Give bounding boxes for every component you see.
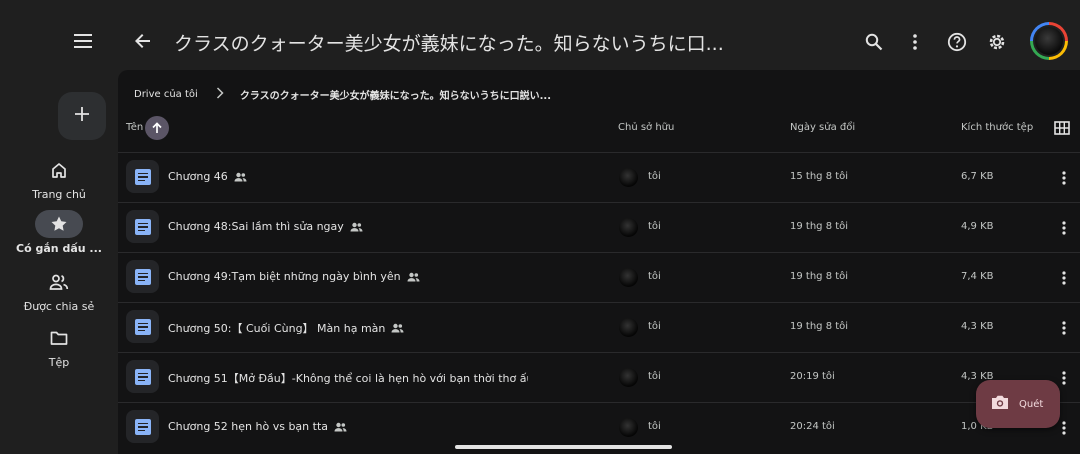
owner-avatar xyxy=(619,418,638,437)
file-size: 4,3 KB xyxy=(961,321,994,332)
file-name: Chương 50:【 Cuối Cùng】 Màn hạ màn xyxy=(168,322,386,335)
column-size[interactable]: Kích thước tệp xyxy=(961,122,1033,133)
back-arrow-icon[interactable] xyxy=(130,28,156,54)
shared-icon xyxy=(334,422,347,432)
file-name: Chương 51【Mở Đầu】-Không thể coi là hẹn h… xyxy=(168,372,528,385)
file-owner: tôi xyxy=(648,421,661,432)
owner-avatar xyxy=(619,268,638,287)
file-modified: 19 thg 8 tôi xyxy=(790,271,849,282)
file-size: 6,7 KB xyxy=(961,171,994,182)
account-avatar[interactable] xyxy=(1030,22,1068,60)
top-app-bar: クラスのクォーター美少女が義妹になった。知らないうちに口... xyxy=(0,0,1080,70)
owner-avatar xyxy=(619,368,638,387)
more-vert-icon[interactable] xyxy=(903,30,927,54)
file-modified: 20:19 tôi xyxy=(790,371,835,382)
nav-item-files[interactable]: Tệp xyxy=(0,324,118,369)
scan-button[interactable]: Quét xyxy=(976,380,1060,428)
file-modified: 20:24 tôi xyxy=(790,421,835,432)
table-row[interactable]: Chương 51【Mở Đầu】-Không thể coi là hẹn h… xyxy=(118,352,1080,401)
file-name: Chương 48:Sai lầm thì sửa ngay xyxy=(168,220,344,233)
nav-label-shared: Được chia sẻ xyxy=(23,300,95,313)
settings-icon[interactable] xyxy=(985,30,1009,54)
file-owner: tôi xyxy=(648,221,661,232)
sort-ascending-button[interactable] xyxy=(145,116,169,140)
owner-avatar xyxy=(619,318,638,337)
file-name: Chương 52 hẹn hò vs bạn tta xyxy=(168,420,328,433)
table-row[interactable]: Chương 49:Tạm biệt những ngày bình yên t… xyxy=(118,252,1080,301)
file-owner: tôi xyxy=(648,271,661,282)
nav-label-files: Tệp xyxy=(48,356,70,369)
shared-icon xyxy=(350,222,363,232)
owner-avatar xyxy=(619,218,638,237)
shared-icon xyxy=(234,172,247,182)
nav-item-starred[interactable]: Có gắn dấu ... xyxy=(0,210,118,255)
column-header: Tên Chủ sở hữu Ngày sửa đổi Kích thước t… xyxy=(118,70,1080,152)
doc-icon xyxy=(126,260,159,293)
doc-icon xyxy=(126,360,159,393)
doc-icon xyxy=(126,210,159,243)
nav-label-home: Trang chủ xyxy=(32,188,86,201)
file-list-panel: Drive của tôi クラスのクォーター美少女が義妹になった。知らないうち… xyxy=(118,70,1080,454)
new-button[interactable] xyxy=(58,92,106,140)
file-name: Chương 49:Tạm biệt những ngày bình yên xyxy=(168,270,401,283)
home-icon xyxy=(35,156,83,184)
folder-title: クラスのクォーター美少女が義妹になった。知らないうちに口... xyxy=(174,33,724,55)
people-icon xyxy=(35,268,83,296)
nav-item-shared[interactable]: Được chia sẻ xyxy=(0,268,118,313)
row-more-icon[interactable] xyxy=(1056,418,1072,438)
grid-view-icon[interactable] xyxy=(1054,120,1070,136)
file-owner: tôi xyxy=(648,171,661,182)
file-modified: 19 thg 8 tôi xyxy=(790,321,849,332)
column-name[interactable]: Tên xyxy=(126,122,143,133)
star-icon xyxy=(35,210,83,238)
scan-label: Quét xyxy=(1019,398,1044,410)
gesture-home-bar[interactable] xyxy=(455,445,672,449)
table-row[interactable]: Chương 46 tôi 15 thg 8 tôi 6,7 KB xyxy=(118,152,1080,201)
search-icon[interactable] xyxy=(862,30,886,54)
nav-item-home[interactable]: Trang chủ xyxy=(0,156,118,201)
row-more-icon[interactable] xyxy=(1056,368,1072,388)
doc-icon xyxy=(126,160,159,193)
row-more-icon[interactable] xyxy=(1056,218,1072,238)
column-owner[interactable]: Chủ sở hữu xyxy=(618,122,674,133)
file-size: 4,9 KB xyxy=(961,221,994,232)
shared-icon xyxy=(407,272,420,282)
file-modified: 19 thg 8 tôi xyxy=(790,221,849,232)
file-size: 7,4 KB xyxy=(961,271,994,282)
row-more-icon[interactable] xyxy=(1056,268,1072,288)
doc-icon xyxy=(126,410,159,443)
nav-label-starred: Có gắn dấu ... xyxy=(16,242,102,255)
camera-icon xyxy=(991,394,1009,414)
owner-avatar xyxy=(619,168,638,187)
table-row[interactable]: Chương 48:Sai lầm thì sửa ngay tôi 19 th… xyxy=(118,202,1080,251)
navigation-rail: Trang chủ Có gắn dấu ... Được chia sẻ Tệ… xyxy=(0,70,118,454)
shared-icon xyxy=(391,323,404,333)
plus-icon xyxy=(74,106,90,126)
table-row[interactable]: Chương 50:【 Cuối Cùng】 Màn hạ màn tôi 19… xyxy=(118,302,1080,351)
file-name: Chương 46 xyxy=(168,170,228,183)
table-row[interactable]: Chương 52 hẹn hò vs bạn tta tôi 20:24 tô… xyxy=(118,402,1080,451)
file-modified: 15 thg 8 tôi xyxy=(790,171,849,182)
help-icon[interactable] xyxy=(945,30,969,54)
folder-icon xyxy=(35,324,83,352)
column-modified[interactable]: Ngày sửa đổi xyxy=(790,122,855,133)
menu-icon[interactable] xyxy=(70,28,96,54)
row-more-icon[interactable] xyxy=(1056,168,1072,188)
row-more-icon[interactable] xyxy=(1056,318,1072,338)
file-owner: tôi xyxy=(648,371,661,382)
file-owner: tôi xyxy=(648,321,661,332)
doc-icon xyxy=(126,310,159,343)
